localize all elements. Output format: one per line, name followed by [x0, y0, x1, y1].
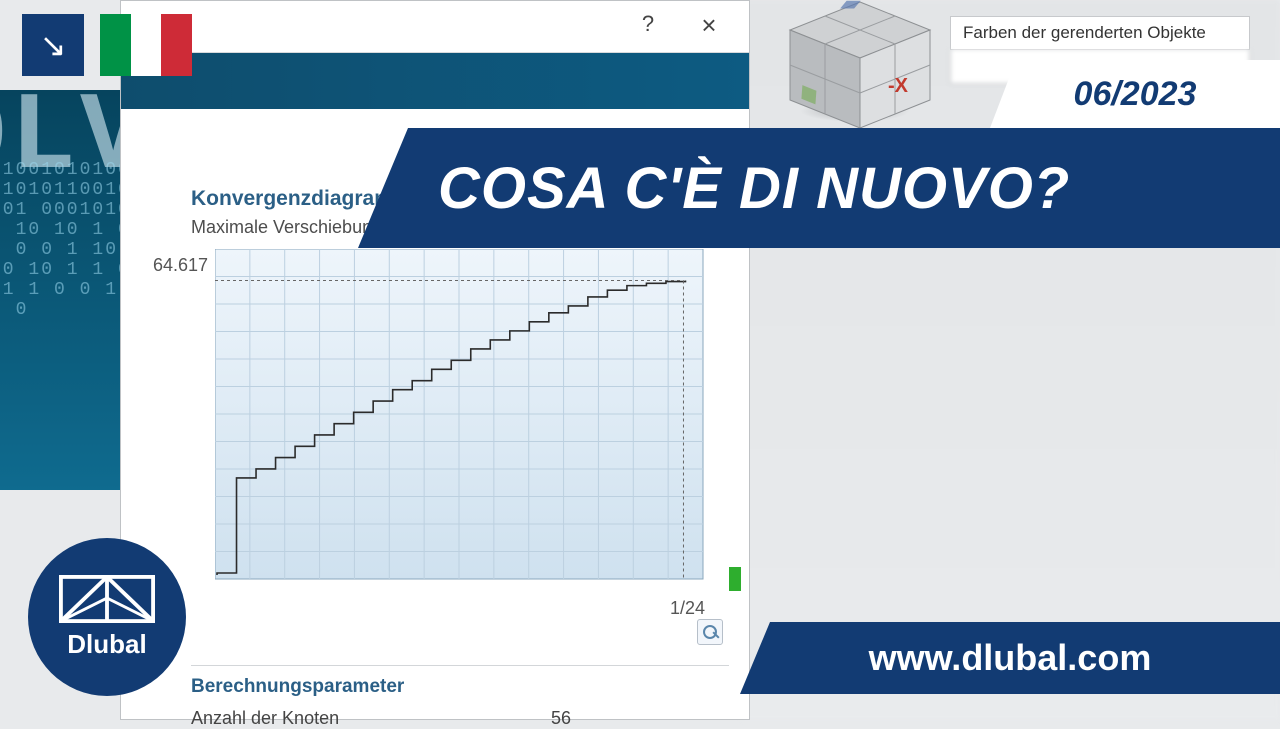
- plot-x-tick: 1/24: [670, 598, 705, 619]
- param-row-nodes: Anzahl der Knoten 56: [191, 708, 729, 729]
- orientation-cube[interactable]: -X: [770, 0, 950, 140]
- help-button[interactable]: ?: [633, 11, 663, 41]
- flag-italy: [100, 14, 192, 76]
- url-banner[interactable]: www.dlubal.com: [740, 622, 1280, 694]
- dlubal-logo-badge: Dlubal: [28, 538, 186, 696]
- title-banner: COSA C'È DI NUOVO?: [358, 128, 1280, 248]
- dialog-titlebar: ? ×: [121, 1, 749, 53]
- params-title: Berechnungsparameter: [191, 665, 729, 698]
- param-key: Anzahl der Knoten: [191, 708, 491, 729]
- dialog-header-band: [121, 53, 749, 109]
- param-value: 56: [491, 708, 571, 729]
- solver-dialog: ? × Konvergenzdiagramm Maximale Verschie…: [120, 0, 750, 720]
- dlubal-logo-text: Dlubal: [67, 629, 146, 660]
- dlubal-logo-icon: [59, 575, 155, 623]
- close-button[interactable]: ×: [691, 7, 727, 43]
- plot-progress-indicator: [729, 567, 741, 591]
- zoom-icon[interactable]: [697, 619, 723, 645]
- plot-svg: [215, 249, 723, 593]
- date-banner: 06/2023: [990, 60, 1280, 128]
- arrow-icon: ↘: [40, 26, 67, 64]
- title-text: COSA C'È DI NUOVO?: [438, 155, 1070, 222]
- cube-neg-x-label: -X: [888, 75, 909, 97]
- date-text: 06/2023: [1074, 75, 1197, 114]
- corner-arrow-badge: ↘: [22, 14, 84, 76]
- convergence-plot: 64.617 1/24: [215, 249, 723, 593]
- panel-row-rendered-colors[interactable]: Farben der gerenderten Objekte: [950, 16, 1250, 50]
- url-text: www.dlubal.com: [869, 637, 1152, 679]
- plot-y-tick: 64.617: [153, 255, 208, 276]
